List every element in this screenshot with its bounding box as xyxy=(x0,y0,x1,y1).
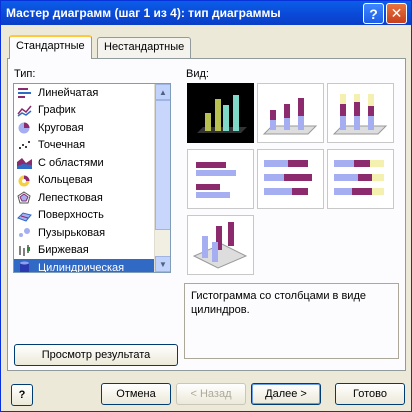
back-button[interactable]: < Назад xyxy=(176,383,246,405)
scroll-up-icon[interactable]: ▲ xyxy=(155,84,170,100)
help-icon[interactable]: ? xyxy=(11,384,33,406)
chart-type-item[interactable]: Пузырьковая xyxy=(14,224,170,242)
chart-type-item[interactable]: С областями xyxy=(14,154,170,172)
scroll-down-icon[interactable]: ▼ xyxy=(155,256,170,272)
chart-type-item[interactable]: Линейчатая xyxy=(14,84,170,102)
chart-type-label: График xyxy=(38,104,76,117)
bar-chart-icon xyxy=(17,86,32,99)
chart-type-label: Кольцевая xyxy=(38,174,93,187)
chart-type-label: Поверхность xyxy=(38,209,104,222)
chart-type-label: Цилиндрическая xyxy=(38,261,125,273)
area-chart-icon xyxy=(17,156,32,170)
chart-type-item[interactable]: Лепестковая xyxy=(14,189,170,207)
subtype-stacked-bar[interactable] xyxy=(257,149,324,209)
subtype-stacked-column[interactable] xyxy=(257,83,324,143)
chart-type-label: Биржевая xyxy=(38,244,89,257)
title-bar: Мастер диаграмм (шаг 1 из 4): тип диагра… xyxy=(1,1,411,25)
chart-type-list[interactable]: Линейчатая График Круговая Точечная С област… xyxy=(13,83,171,273)
help-title-button[interactable]: ? xyxy=(363,3,384,24)
tab-standard[interactable]: Стандартные xyxy=(9,35,92,59)
scatter-chart-icon xyxy=(17,139,32,152)
chart-type-item[interactable]: Кольцевая xyxy=(14,172,170,190)
stock-chart-icon xyxy=(17,244,32,257)
close-button[interactable]: ✕ xyxy=(386,3,407,24)
chart-type-item[interactable]: Поверхность xyxy=(14,207,170,225)
chart-type-label: С областями xyxy=(38,156,104,169)
cylinder-chart-icon xyxy=(17,261,32,272)
preview-button[interactable]: Просмотр результата xyxy=(14,344,178,366)
finish-button[interactable]: Готово xyxy=(335,383,405,405)
subtype-description: Гистограмма со столбцами в виде цилиндро… xyxy=(184,283,399,359)
subtype-3d-column[interactable] xyxy=(187,215,254,275)
view-label: Вид: xyxy=(186,68,209,80)
chart-type-label: Пузырьковая xyxy=(38,226,106,239)
chart-type-label: Лепестковая xyxy=(38,191,103,204)
chart-type-item[interactable]: Цилиндрическая xyxy=(14,259,170,273)
chart-type-label: Линейчатая xyxy=(38,86,99,99)
radar-chart-icon xyxy=(17,191,32,204)
bubble-chart-icon xyxy=(17,226,32,239)
scroll-thumb[interactable] xyxy=(155,100,170,230)
next-button[interactable]: Далее > xyxy=(251,383,321,405)
pie-chart-icon xyxy=(17,121,32,134)
chart-type-item[interactable]: Биржевая xyxy=(14,242,170,260)
surface-chart-icon xyxy=(17,209,32,222)
line-chart-icon xyxy=(17,104,32,117)
chart-wizard-dialog: Мастер диаграмм (шаг 1 из 4): тип диагра… xyxy=(0,0,412,412)
chart-type-item[interactable]: Точечная xyxy=(14,137,170,155)
window-title: Мастер диаграмм (шаг 1 из 4): тип диагра… xyxy=(6,6,281,20)
subtype-clustered-bar[interactable] xyxy=(187,149,254,209)
doughnut-chart-icon xyxy=(17,174,32,187)
type-label: Тип: xyxy=(14,68,36,80)
chart-type-label: Круговая xyxy=(38,121,84,134)
chart-subtype-gallery xyxy=(185,83,399,275)
cancel-button[interactable]: Отмена xyxy=(101,383,171,405)
subtype-100-stacked-column[interactable] xyxy=(327,83,394,143)
chart-type-item[interactable]: Круговая xyxy=(14,119,170,137)
chart-type-item[interactable]: График xyxy=(14,102,170,120)
list-scrollbar[interactable]: ▲ ▼ xyxy=(154,84,170,272)
tab-custom[interactable]: Нестандартные xyxy=(97,37,192,59)
subtype-100-stacked-bar[interactable] xyxy=(327,149,394,209)
chart-type-label: Точечная xyxy=(38,139,86,152)
subtype-clustered-column[interactable] xyxy=(187,83,254,143)
